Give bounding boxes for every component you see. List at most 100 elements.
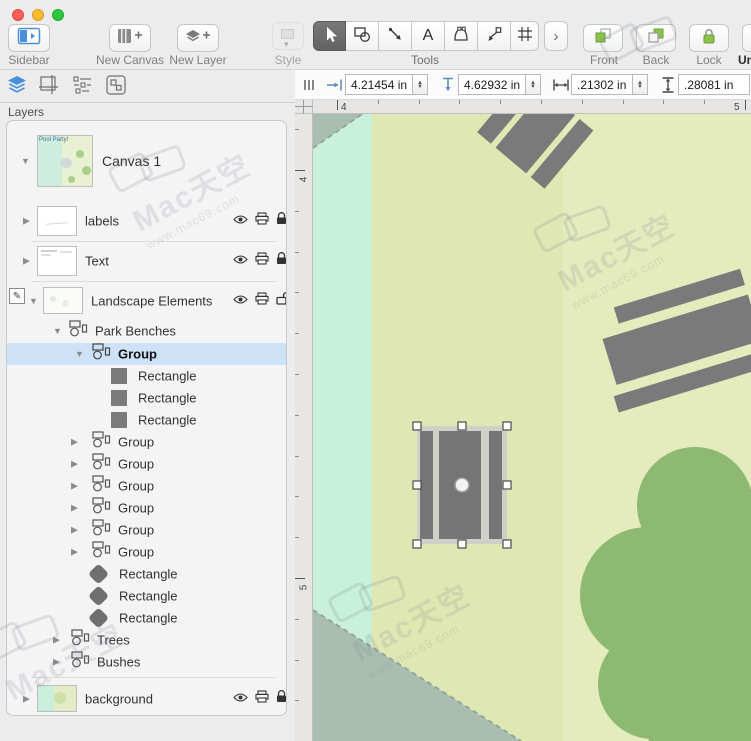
layer-row-background[interactable]: ▶ background <box>7 682 286 715</box>
layer-row-bushes[interactable]: ▶ Bushes <box>7 651 286 673</box>
select-tool[interactable] <box>313 21 346 51</box>
layer-row-rectangle[interactable]: Rectangle <box>7 387 286 409</box>
distribute-icon <box>299 75 319 95</box>
node-edit-tool[interactable] <box>478 21 511 51</box>
disclosure-closed-icon[interactable]: ▶ <box>71 503 78 514</box>
y-position-stepper[interactable]: ▲ ▼ <box>526 74 541 95</box>
width-stepper[interactable]: ▲ ▼ <box>633 74 648 95</box>
unlocked-icon[interactable] <box>275 291 286 310</box>
layer-label: Group <box>118 500 155 516</box>
y-position-field[interactable] <box>458 74 526 95</box>
more-tools-button[interactable]: › <box>544 21 568 51</box>
layer-row-rectangle[interactable]: Rectangle <box>7 365 286 387</box>
x-position-stepper[interactable]: ▲ ▼ <box>413 74 428 95</box>
disclosure-open-icon[interactable]: ▼ <box>21 156 30 166</box>
locked-icon[interactable] <box>275 689 286 708</box>
layer-label: Landscape Elements <box>91 293 213 308</box>
layer-row-landscape-elements[interactable]: ✎ ▼ Landscape Elements <box>7 284 286 317</box>
visibility-eye-icon[interactable] <box>233 292 248 310</box>
disclosure-open-icon[interactable]: ▼ <box>29 296 38 306</box>
disclosure-closed-icon[interactable]: ▶ <box>23 256 30 267</box>
disclosure-closed-icon[interactable]: ▶ <box>71 459 78 470</box>
tab-layers-panel[interactable] <box>4 75 30 99</box>
sidebar-toggle-button[interactable] <box>8 24 50 52</box>
disclosure-closed-icon[interactable]: ▶ <box>71 437 78 448</box>
grid-tool[interactable] <box>511 21 539 51</box>
ruler-corner <box>295 100 313 114</box>
layer-row-group[interactable]: ▶ Group <box>7 497 286 519</box>
layer-row-park-benches[interactable]: ▼ Park Benches <box>7 320 286 342</box>
grid-icon <box>515 24 535 48</box>
disclosure-closed-icon[interactable]: ▶ <box>71 525 78 536</box>
new-layer-button[interactable] <box>177 24 219 52</box>
layer-row-group[interactable]: ▶ Group <box>7 453 286 475</box>
layer-row-text[interactable]: ▶ Text <box>7 241 286 281</box>
shapes-tool[interactable] <box>346 21 379 51</box>
layer-row-canvas-1[interactable]: ▼ Pool Party! Canvas 1 <box>7 129 286 193</box>
close-window-button[interactable] <box>12 9 24 21</box>
unlock-button[interactable] <box>742 24 751 52</box>
visibility-eye-icon[interactable] <box>233 690 248 708</box>
text-thumbnail <box>37 246 77 276</box>
layer-row-group-selected[interactable]: ▼ Group <box>7 343 286 366</box>
x-position-field[interactable] <box>345 74 413 95</box>
rectangle-swatch <box>111 390 127 406</box>
layer-row-rectangle[interactable]: Rectangle <box>7 585 286 607</box>
tab-canvas-panel[interactable] <box>36 74 62 99</box>
path-shape-tool[interactable] <box>445 21 478 51</box>
disclosure-open-icon[interactable]: ▼ <box>53 326 62 336</box>
line-tool[interactable] <box>379 21 412 51</box>
layer-row-group[interactable]: ▶ Group <box>7 519 286 541</box>
send-to-back-button[interactable] <box>636 24 676 52</box>
layer-row-rectangle[interactable]: Rectangle <box>7 563 286 585</box>
center-handle[interactable] <box>454 477 470 493</box>
style-button[interactable]: ▾ <box>272 22 304 50</box>
tab-options-panel[interactable] <box>70 75 96 99</box>
layer-row-rectangle[interactable]: Rectangle <box>7 409 286 431</box>
disclosure-closed-icon[interactable]: ▶ <box>53 657 60 668</box>
bring-to-front-button[interactable] <box>583 24 623 52</box>
options-panel-icon <box>71 74 95 101</box>
tools-group-label: Tools <box>410 53 439 67</box>
layer-row-rectangle[interactable]: Rectangle <box>7 607 286 629</box>
print-icon[interactable] <box>255 212 269 230</box>
disclosure-closed-icon[interactable]: ▶ <box>53 635 60 646</box>
row-divider <box>31 281 276 282</box>
text-tool[interactable]: A <box>412 21 445 51</box>
group-icon <box>92 343 111 366</box>
locked-icon[interactable] <box>275 212 286 231</box>
locked-icon[interactable] <box>275 252 286 271</box>
print-icon[interactable] <box>255 252 269 270</box>
zoom-window-button[interactable] <box>52 9 64 21</box>
park-bench-right[interactable] <box>589 268 751 413</box>
height-field[interactable] <box>678 74 750 95</box>
layer-row-group[interactable]: ▶ Group <box>7 541 286 563</box>
layer-row-trees[interactable]: ▶ Trees <box>7 629 286 652</box>
group-icon <box>71 629 90 652</box>
layer-label: Canvas 1 <box>102 153 162 169</box>
park-bench-selected[interactable] <box>417 426 507 544</box>
disclosure-closed-icon[interactable]: ▶ <box>23 216 30 227</box>
print-icon[interactable] <box>255 689 269 708</box>
lock-button[interactable] <box>689 24 729 52</box>
park-bench-top[interactable] <box>477 114 594 189</box>
layer-row-group[interactable]: ▶ Group <box>7 475 286 497</box>
disclosure-closed-icon[interactable]: ▶ <box>71 547 78 558</box>
disclosure-open-icon[interactable]: ▼ <box>75 349 84 359</box>
layer-row-group[interactable]: ▶ Group <box>7 431 286 453</box>
new-canvas-button[interactable] <box>109 24 151 52</box>
disclosure-closed-icon[interactable]: ▶ <box>71 481 78 492</box>
disclosure-closed-icon[interactable]: ▶ <box>23 693 30 704</box>
canvas[interactable] <box>313 114 751 741</box>
print-icon[interactable] <box>255 291 269 310</box>
width-icon <box>551 75 571 95</box>
layer-label: Group <box>118 522 155 538</box>
visibility-eye-icon[interactable] <box>233 252 248 270</box>
tree-shape[interactable] <box>580 447 751 741</box>
width-field[interactable] <box>571 74 633 95</box>
visibility-eye-icon[interactable] <box>233 212 248 230</box>
layer-row-labels[interactable]: ▶ labels <box>7 201 286 241</box>
canvas-zone: 4 5 4 5 <box>295 100 751 741</box>
minimize-window-button[interactable] <box>32 9 44 21</box>
tab-artboards-panel[interactable] <box>103 74 129 99</box>
